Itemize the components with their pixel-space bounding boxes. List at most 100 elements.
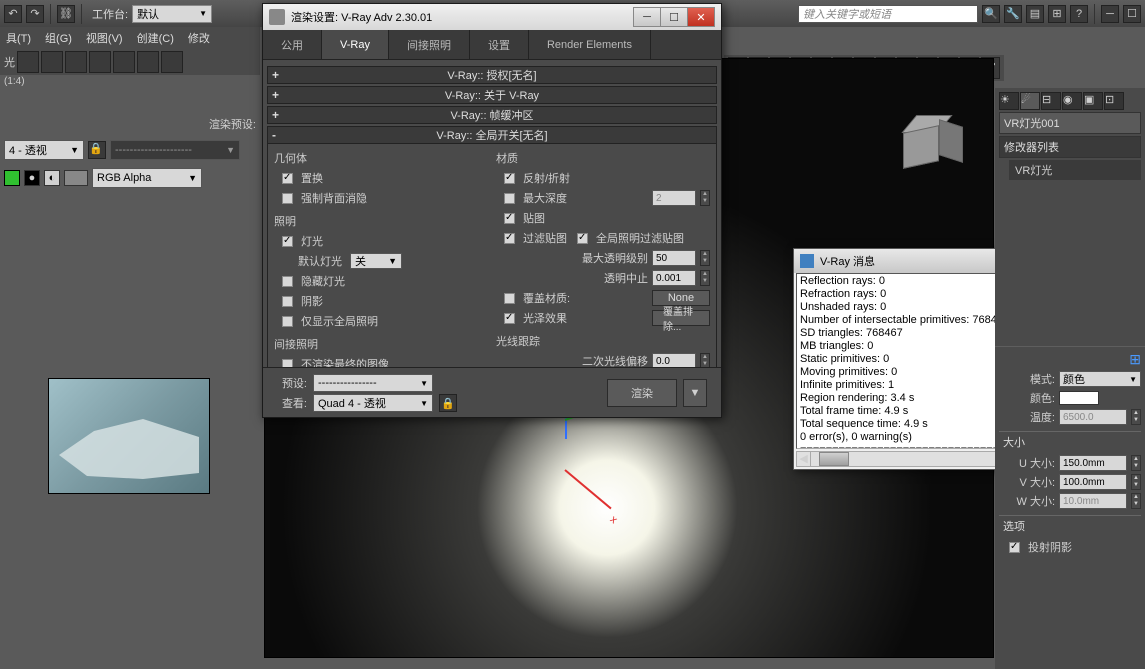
- close-button[interactable]: ✕: [687, 7, 715, 27]
- menu-group[interactable]: 组(G): [45, 30, 72, 46]
- menu-create[interactable]: 创建(C): [137, 30, 174, 46]
- light-label: 光: [4, 54, 15, 70]
- minimize-icon[interactable]: ─: [1101, 5, 1119, 23]
- tab-gi[interactable]: 间接照明: [389, 30, 470, 59]
- w-size-input[interactable]: 10.0mm: [1059, 493, 1127, 509]
- gi-filter-maps-check[interactable]: [577, 233, 588, 244]
- tab-common[interactable]: 公用: [263, 30, 322, 59]
- render-dropdown-button[interactable]: ▼: [683, 379, 707, 407]
- menu-view[interactable]: 视图(V): [86, 30, 123, 46]
- transp-cutoff-input[interactable]: 0.001: [652, 270, 696, 286]
- search-icon[interactable]: 🔍: [982, 5, 1000, 23]
- maximize-icon[interactable]: ☐: [1123, 5, 1141, 23]
- light-icon[interactable]: [17, 51, 39, 73]
- rollout-auth[interactable]: +V-Ray:: 授权[无名]: [267, 66, 717, 84]
- refl-refr-check[interactable]: [504, 173, 515, 184]
- menu-bar: 具(T) 组(G) 视图(V) 创建(C) 修改: [0, 27, 260, 49]
- rollout-global-switches[interactable]: -V-Ray:: 全局开关[无名]: [267, 126, 717, 144]
- geom-group: 几何体: [274, 150, 488, 166]
- rollout-framebuffer[interactable]: +V-Ray:: 帧缓冲区: [267, 106, 717, 124]
- msg-title-text: V-Ray 消息: [820, 253, 875, 269]
- scale-icon[interactable]: [113, 51, 135, 73]
- view-footer-dropdown[interactable]: Quad 4 - 透视▼: [313, 394, 433, 412]
- filter-maps-check[interactable]: [504, 233, 515, 244]
- minimize-button[interactable]: ─: [633, 7, 661, 27]
- cast-shadow-check[interactable]: [1009, 542, 1020, 553]
- indirect-group: 间接照明: [274, 336, 488, 352]
- max-depth-spinner[interactable]: ▲▼: [700, 190, 710, 206]
- create-tab-icon[interactable]: ☀: [999, 92, 1019, 110]
- tab-vray[interactable]: V-Ray: [322, 30, 389, 59]
- modifier-stack-item[interactable]: VR灯光: [1009, 160, 1141, 180]
- maps-check[interactable]: [504, 213, 515, 224]
- displacement-check[interactable]: [282, 173, 293, 184]
- viewcube[interactable]: [903, 119, 953, 169]
- dotted-icon[interactable]: [41, 51, 63, 73]
- u-spinner[interactable]: ▲▼: [1131, 455, 1141, 471]
- layers-icon[interactable]: ▤: [1026, 5, 1044, 23]
- half-swatch[interactable]: ◐: [44, 170, 60, 186]
- dialog-titlebar[interactable]: 渲染设置: V-Ray Adv 2.30.01 ─ ☐ ✕: [263, 4, 721, 30]
- rollout-about[interactable]: +V-Ray:: 关于 V-Ray: [267, 86, 717, 104]
- object-name-field[interactable]: VR灯光001: [999, 112, 1141, 134]
- redo-icon[interactable]: ↷: [26, 5, 44, 23]
- lock-icon[interactable]: 🔒: [88, 141, 106, 159]
- maximize-button[interactable]: ☐: [660, 7, 688, 27]
- temp-input[interactable]: 6500.0: [1059, 409, 1127, 425]
- v-spinner[interactable]: ▲▼: [1131, 474, 1141, 490]
- modify-tab-icon[interactable]: ☄: [1020, 92, 1040, 110]
- preset-dropdown[interactable]: ---------------------▼: [110, 140, 240, 160]
- shadows-check[interactable]: [282, 296, 293, 307]
- tab-settings[interactable]: 设置: [470, 30, 529, 59]
- key-icon[interactable]: 🔧: [1004, 5, 1022, 23]
- default-lights-dropdown[interactable]: 关▼: [350, 253, 402, 269]
- color-swatch[interactable]: [1059, 391, 1099, 405]
- max-depth-input[interactable]: 2: [652, 190, 696, 206]
- move-icon[interactable]: [65, 51, 87, 73]
- gray-swatch[interactable]: [64, 170, 88, 186]
- w-spinner[interactable]: ▲▼: [1131, 493, 1141, 509]
- menu-modify[interactable]: 修改: [188, 30, 210, 46]
- hierarchy-tab-icon[interactable]: ⊟: [1041, 92, 1061, 110]
- v-size-input[interactable]: 100.0mm: [1059, 474, 1127, 490]
- gi-only-check[interactable]: [282, 316, 293, 327]
- tab-render-elements[interactable]: Render Elements: [529, 30, 651, 59]
- workspace-dropdown[interactable]: 默认 ▼: [132, 5, 212, 23]
- select-icon[interactable]: [137, 51, 159, 73]
- link-icon[interactable]: ⛓: [57, 5, 75, 23]
- glossy-check[interactable]: [504, 313, 515, 324]
- max-depth-check[interactable]: [504, 193, 515, 204]
- command-panel: ☀ ☄ ⊟ ◉ ▣ ⊡ VR灯光001 修改器列表 VR灯光 ⊞ 模式: 颜色▼…: [995, 88, 1145, 669]
- override-exclude-button[interactable]: 覆盖排除...: [652, 310, 710, 326]
- rotate-icon[interactable]: [89, 51, 111, 73]
- alpha-dropdown[interactable]: RGB Alpha▼: [92, 168, 202, 188]
- mode-dropdown[interactable]: 颜色▼: [1059, 371, 1141, 387]
- override-mtl-check[interactable]: [504, 293, 515, 304]
- preset-footer-label: 预设:: [271, 375, 307, 391]
- modifier-list-dropdown[interactable]: 修改器列表: [999, 136, 1141, 158]
- graph-icon[interactable]: ⊞: [1048, 5, 1066, 23]
- transp-cutoff-spinner[interactable]: ▲▼: [700, 270, 710, 286]
- hidden-lights-check[interactable]: [282, 276, 293, 287]
- render-button[interactable]: 渲染: [607, 379, 677, 407]
- circle-swatch[interactable]: ●: [24, 170, 40, 186]
- temp-spinner[interactable]: ▲▼: [1131, 409, 1141, 425]
- viewport-dropdown[interactable]: 4 - 透视▼: [4, 140, 84, 160]
- help-icon[interactable]: ?: [1070, 5, 1088, 23]
- lights-check[interactable]: [282, 236, 293, 247]
- util-tab-icon[interactable]: ⊡: [1104, 92, 1124, 110]
- display-tab-icon[interactable]: ▣: [1083, 92, 1103, 110]
- rgb-swatch[interactable]: [4, 170, 20, 186]
- undo-icon[interactable]: ↶: [4, 5, 22, 23]
- max-transp-input[interactable]: 50: [652, 250, 696, 266]
- max-transp-spinner[interactable]: ▲▼: [700, 250, 710, 266]
- link2-icon[interactable]: [161, 51, 183, 73]
- view-lock-icon[interactable]: 🔒: [439, 394, 457, 412]
- vray-render-settings-dialog: 渲染设置: V-Ray Adv 2.30.01 ─ ☐ ✕ 公用 V-Ray 间…: [262, 3, 722, 418]
- motion-tab-icon[interactable]: ◉: [1062, 92, 1082, 110]
- search-input[interactable]: 键入关键字或短语: [798, 5, 978, 23]
- menu-tools[interactable]: 具(T): [6, 30, 31, 46]
- u-size-input[interactable]: 150.0mm: [1059, 455, 1127, 471]
- preset-footer-dropdown[interactable]: ----------------▼: [313, 374, 433, 392]
- force-backface-check[interactable]: [282, 193, 293, 204]
